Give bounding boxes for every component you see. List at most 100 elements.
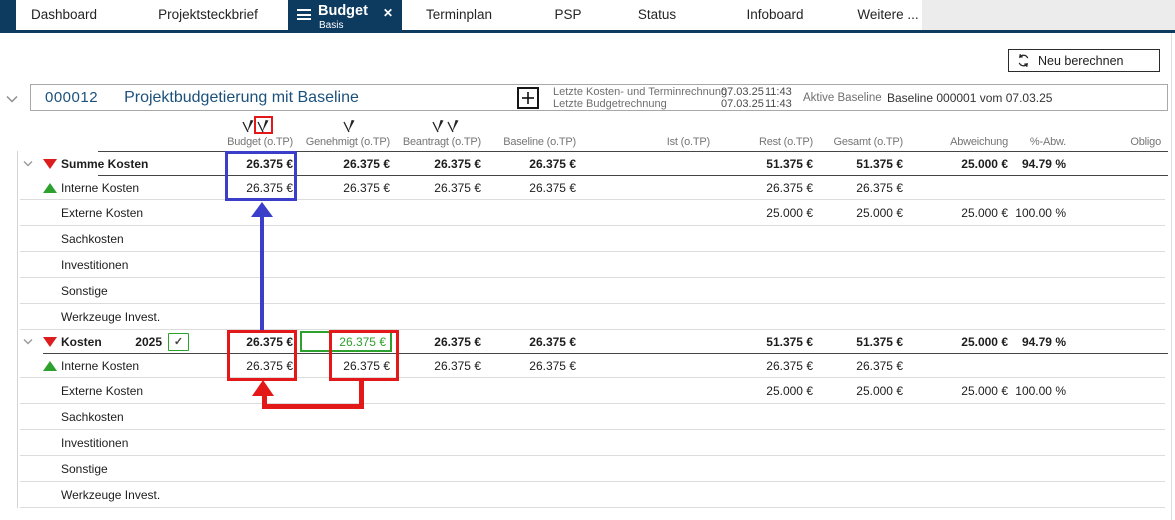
column-header-budget[interactable]: Budget (o.TP) [205,136,297,148]
row-label-cell: Werkzeuge Invest. [20,482,205,507]
row-chevron-icon[interactable] [23,338,43,345]
table-row[interactable]: Werkzeuge Invest. [20,482,1165,508]
hamburger-icon[interactable] [297,9,311,23]
active-baseline-value[interactable]: Baseline 000001 vom 07.03.25 [887,91,1052,105]
table-cell: 26.375 € [766,180,813,195]
table-row[interactable]: Externe Kosten 25.000 € 25.000 € 25.000 € 1… [20,378,1165,404]
table-cell: 26.375 € [434,358,481,373]
last-budget-calc-label: Letzte Budgetrechnung [553,98,667,110]
table-cell: 26.375 € [766,358,813,373]
table-row[interactable]: Investitionen [20,252,1165,278]
calc-labels: Letzte Kosten- und Terminrechnung Letzte… [553,86,727,110]
tab-projektsteckbrief[interactable]: Projektsteckbrief [158,0,258,30]
table-cell: 26.375 € [246,180,293,195]
row-label: Werkzeuge Invest. [61,309,161,324]
table-cell: 26.375 € [529,180,576,195]
last-budget-calc-time: 11:43 [765,98,792,110]
column-header-beantragt[interactable]: Beantragt (o.TP) [394,136,485,148]
tab-weitere[interactable]: Weitere ... [857,0,918,30]
table-row[interactable]: Investitionen [20,430,1165,456]
row-label: Sachkosten [61,231,124,246]
tab-dashboard[interactable]: Dashboard [31,0,97,30]
filter-edit-icon[interactable] [432,119,445,133]
row-label: Investitionen [61,435,129,450]
row-label-cell: Interne Kosten [20,354,205,377]
table-cell: 100.00 % [1015,205,1066,220]
table-row[interactable]: Interne Kosten 26.375 € 26.375 € 26.375 € 2… [20,176,1165,200]
row-label: Summe Kosten [61,156,149,171]
table-row[interactable]: Summe Kosten 26.375 € 26.375 € 26.375 € 26.… [20,152,1165,176]
trend-icon [43,336,57,347]
table-cell: 25.000 € [856,205,903,220]
column-header-pabw[interactable]: %-Abw. [1012,136,1070,148]
corner-block [0,0,16,30]
tab-budget-active[interactable]: Budget ✕ Basis [288,0,402,33]
row-label-cell: Sachkosten [20,226,205,251]
table-cell: 25.000 € [961,383,1008,398]
tab-terminplan[interactable]: Terminplan [426,0,492,30]
window-right-border [1171,33,1172,520]
column-header-ist[interactable]: Ist (o.TP) [580,136,714,148]
column-header-abweichung[interactable]: Abweichung [907,136,1012,148]
filter-edit-icon[interactable] [343,119,356,133]
table-left-guide [17,151,18,508]
column-header-obligo[interactable]: Obligo [1070,136,1165,148]
tab-infoboard[interactable]: Infoboard [746,0,803,30]
row-checkbox[interactable]: ✓ [168,332,189,351]
column-header-gesamt[interactable]: Gesamt (o.TP) [817,136,907,148]
table-cell: 26.375 € [246,334,293,349]
table-cell: 26.375 € [529,334,576,349]
add-button[interactable] [517,87,539,109]
plus-icon [522,92,534,104]
project-title[interactable]: Projektbudgetierung mit Baseline [124,89,359,107]
filter-icons-genehmigt[interactable] [343,119,356,133]
last-cost-calc-date: 07.03.25 [721,86,764,98]
table-row[interactable]: Externe Kosten 25.000 € 25.000 € 25.000 € 1… [20,200,1165,226]
row-label-cell: Sachkosten [20,404,205,429]
table-cell: 25.000 € [961,156,1008,171]
last-cost-calc-label: Letzte Kosten- und Terminrechnung [553,86,728,98]
table-row[interactable]: Sonstige [20,456,1165,482]
table-cell: 94.79 % [1021,156,1066,171]
table-row[interactable]: Kosten 2025 ✓ 26.375 € 26.375 € 26.375 € 26… [20,330,1165,354]
table-cell: 25.000 € [766,205,813,220]
filter-edit-icon[interactable] [257,119,270,133]
table-cell: 51.375 € [856,156,903,171]
close-icon[interactable]: ✕ [383,6,393,20]
table-cell: 25.000 € [856,383,903,398]
row-label-cell: Externe Kosten [20,378,205,403]
recalculate-label: Neu berechnen [1038,53,1124,68]
column-header-baseline[interactable]: Baseline (o.TP) [485,136,580,148]
table-cell: 51.375 € [856,334,903,349]
table-row[interactable]: Sachkosten [20,226,1165,252]
project-chevron-icon[interactable] [6,90,18,108]
table-cell: 26.375 € [434,334,481,349]
table-cell: 25.000 € [766,383,813,398]
row-chevron-icon[interactable] [23,160,43,167]
filter-icons-budget[interactable] [242,119,270,133]
tab-bar: Dashboard Projektsteckbrief Budget ✕ Bas… [0,0,1175,33]
table-top-line [98,151,1168,152]
table-row[interactable]: Sachkosten [20,404,1165,430]
row-label-cell: Sonstige [20,456,205,481]
column-header-genehmigt[interactable]: Genehmigt (o.TP) [297,136,394,148]
row-label: Externe Kosten [61,205,144,220]
filter-icons-beantragt[interactable] [432,119,460,133]
row-label: Kosten [61,334,102,349]
tab-status[interactable]: Status [638,0,676,30]
table-row[interactable]: Werkzeuge Invest. [20,304,1165,330]
table-cell[interactable]: 26.375 € [300,331,392,352]
column-header-rest[interactable]: Rest (o.TP) [714,136,817,148]
row-label-cell: Werkzeuge Invest. [20,304,205,329]
table-row[interactable]: Interne Kosten 26.375 € 26.375 € 26.375 € 2… [20,354,1165,378]
recalculate-button[interactable]: Neu berechnen [1008,49,1160,72]
table-cell: 100.00 % [1015,383,1066,398]
trend-icon [43,360,57,371]
filter-edit-icon[interactable] [242,119,255,133]
project-header: 000012 Projektbudgetierung mit Baseline … [30,84,1168,111]
row-label-cell: Interne Kosten [20,176,205,199]
table-row[interactable]: Sonstige [20,278,1165,304]
tab-psp[interactable]: PSP [554,0,581,30]
filter-edit-icon[interactable] [447,119,460,133]
project-id[interactable]: 000012 [45,89,98,106]
